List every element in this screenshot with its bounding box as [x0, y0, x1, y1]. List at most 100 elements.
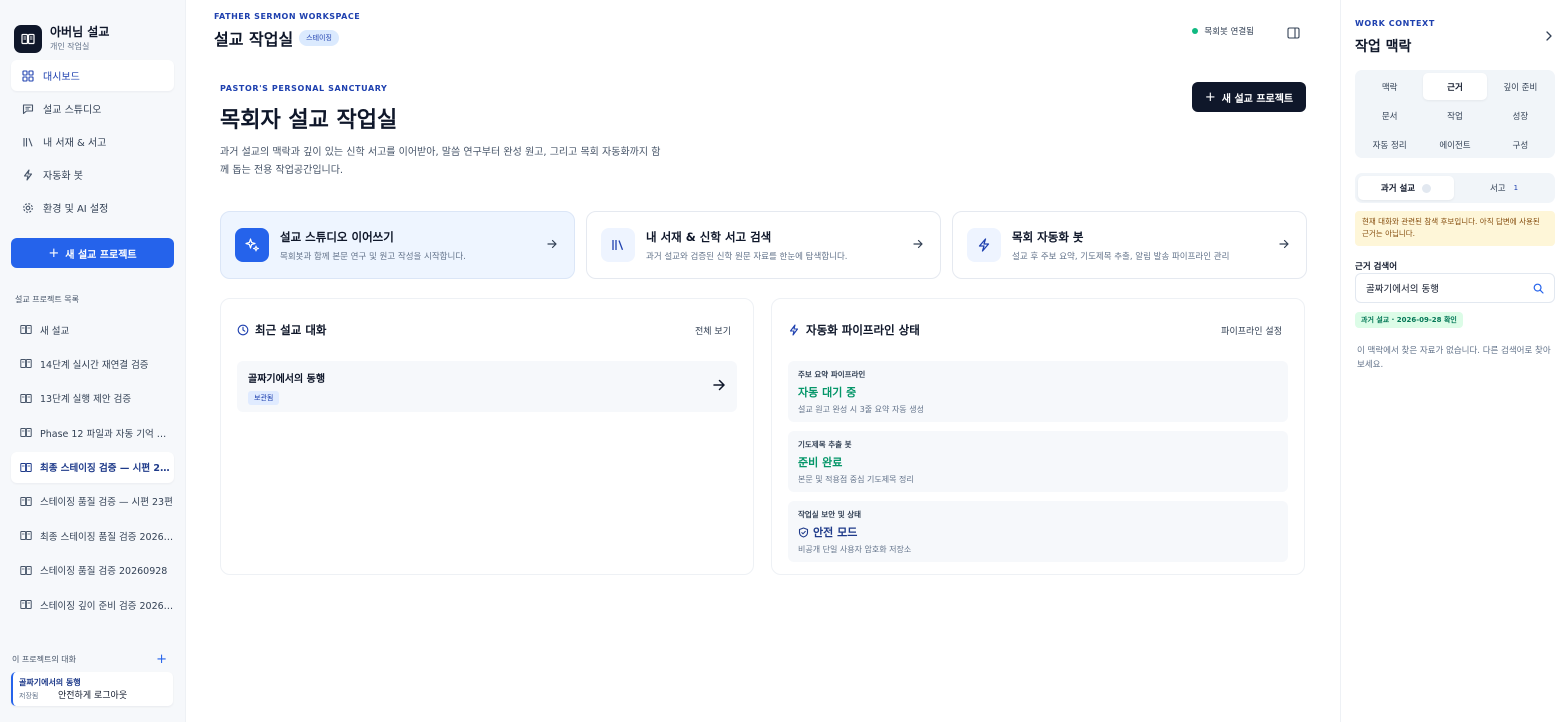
- recent-conversation-title: 골짜기에서의 동행: [248, 374, 326, 385]
- sidebar: 아버님 설교 개인 작업실 대시보드 설교 스튜디오 내 서재 & 서고 자동화…: [0, 0, 186, 722]
- arrow-right-icon: [547, 239, 557, 249]
- project-item[interactable]: 새 설교: [11, 314, 174, 345]
- hero-kicker: PASTOR'S PERSONAL SANCTUARY: [220, 84, 388, 93]
- connection-status: 목회봇 연결됨: [1192, 25, 1254, 37]
- book-icon: [20, 531, 32, 541]
- project-item[interactable]: 14단계 실시간 재연결 검증: [11, 348, 174, 379]
- project-item[interactable]: 스테이징 품질 검증 20260928: [11, 555, 174, 586]
- plus-icon: +: [1204, 89, 1216, 105]
- card-title: 내 서재 & 신학 서고 검색: [646, 229, 772, 244]
- new-project-label: 새 설교 프로젝트: [65, 249, 137, 261]
- pipeline-settings-link[interactable]: 파이프라인 설정: [1221, 324, 1282, 337]
- conversation-section: 이 프로젝트의 대화 +: [0, 652, 185, 667]
- view-all-link[interactable]: 전체 보기: [695, 324, 731, 337]
- sparkles-icon: [235, 228, 269, 262]
- lightning-icon: [967, 228, 1001, 262]
- project-label: 최종 스테이징 품질 검증 20260928: [40, 531, 174, 543]
- project-section-label: 설교 프로젝트 목록: [15, 295, 79, 304]
- context-tabs: 맥락 근거 깊이 준비 문서 작업 성장 자동 정리 에이전트 구성: [1355, 70, 1555, 158]
- chevron-right-icon[interactable]: [1544, 30, 1554, 42]
- nav-sermon-studio[interactable]: 설교 스튜디오: [11, 93, 174, 124]
- logout-link[interactable]: 안전하게 로그아웃: [58, 688, 127, 701]
- project-label: 14단계 실시간 재연결 검증: [40, 359, 149, 371]
- tab-documents[interactable]: 문서: [1358, 102, 1421, 129]
- nav-settings[interactable]: 환경 및 AI 설정: [11, 192, 174, 223]
- tab-growth[interactable]: 성장: [1489, 102, 1552, 129]
- pipeline-status: 준비 완료: [798, 456, 843, 469]
- card-automation-bot[interactable]: 목회 자동화 봇 설교 후 주보 요약, 기도제목 추출, 알림 발송 파이프라…: [952, 211, 1307, 279]
- card-sermon-studio[interactable]: 설교 스튜디오 이어쓰기 목회봇과 함께 본문 연구 및 원고 작성을 시작합니…: [220, 211, 575, 279]
- nav-library[interactable]: 내 서재 & 서고: [11, 126, 174, 157]
- header-kicker: FATHER SERMON WORKSPACE: [214, 12, 361, 21]
- segment-label: 과거 설교: [1380, 184, 1416, 194]
- evidence-source-toggle: 과거 설교 서고 1: [1355, 173, 1555, 203]
- lightning-icon: [789, 324, 799, 336]
- project-label: 스테이징 깊이 준비 검증 20260928: [40, 600, 174, 612]
- new-project-button[interactable]: + 새 설교 프로젝트: [1192, 82, 1306, 112]
- project-item[interactable]: 13단계 실행 제안 검증: [11, 383, 174, 414]
- evidence-notice: 현재 대화와 관련된 참색 후보입니다. 아직 답변에 사용된 근거는 아닙니다…: [1355, 211, 1555, 246]
- panel-toggle-icon[interactable]: [1287, 24, 1300, 43]
- hero-description-line: 께 돕는 전용 작업공간입니다.: [220, 165, 344, 176]
- tab-tasks[interactable]: 작업: [1423, 102, 1486, 129]
- search-icon[interactable]: [1533, 283, 1544, 294]
- main-content: FATHER SERMON WORKSPACE 설교 작업실 스테이징 목회봇 …: [186, 0, 1340, 722]
- conversation-item[interactable]: 골짜기에서의 동행 저장됨 안전하게 로그아웃: [11, 672, 173, 706]
- book-icon: [20, 600, 32, 610]
- pipeline-description: 비공개 단일 사용자 암호화 저장소: [798, 545, 912, 554]
- tab-evidence[interactable]: 근거: [1423, 73, 1487, 100]
- gear-icon: [23, 202, 33, 213]
- project-label: 최종 스테이징 검증 — 시편 23편: [40, 463, 174, 475]
- nav-label: 자동화 봇: [43, 171, 83, 182]
- sidebar-new-project-button[interactable]: + 새 설교 프로젝트: [11, 238, 174, 268]
- tab-agents[interactable]: 에이전트: [1423, 131, 1486, 158]
- clock-icon: [237, 324, 249, 336]
- arrow-right-icon: [913, 239, 923, 249]
- card-description: 과거 설교와 검증된 신학 원문 자료를 한눈에 탐색합니다.: [646, 251, 848, 262]
- tab-auto-organize[interactable]: 자동 정리: [1358, 131, 1421, 158]
- arrow-right-icon: [1279, 239, 1289, 249]
- project-item[interactable]: 스테이징 품질 검증 — 시편 23편: [11, 486, 174, 517]
- book-open-icon: [14, 24, 42, 53]
- new-project-button-label: 새 설교 프로젝트: [1221, 93, 1294, 105]
- segment-library[interactable]: 서고 1: [1456, 176, 1552, 200]
- tab-configuration[interactable]: 구성: [1489, 131, 1552, 158]
- library-icon: [23, 137, 33, 146]
- book-icon: [20, 462, 32, 472]
- card-library-search[interactable]: 내 서재 & 신학 서고 검색 과거 설교와 검증된 신학 원문 자료를 한눈에…: [586, 211, 941, 279]
- empty-state-message: 이 맥락에서 찾은 자료가 없습니다. 다른 검색어로 찾아보세요.: [1357, 346, 1551, 370]
- pipeline-label: 작업실 보안 및 상태: [798, 510, 862, 519]
- project-item[interactable]: 최종 스테이징 품질 검증 20260928: [11, 520, 174, 551]
- tab-depth-prep[interactable]: 깊이 준비: [1489, 73, 1552, 100]
- project-item[interactable]: Phase 12 파일과 자동 기억 검증: [11, 417, 174, 448]
- plus-icon: +: [48, 245, 60, 261]
- pipeline-panel-title: 자동화 파이프라인 상태: [806, 323, 920, 337]
- recent-conversations-panel: 최근 설교 대화 전체 보기 골짜기에서의 동행 보관됨: [220, 298, 754, 575]
- page-title: 설교 작업실: [214, 30, 294, 49]
- lightning-icon: [23, 168, 33, 181]
- brand[interactable]: 아버님 설교 개인 작업실: [0, 0, 185, 60]
- evidence-search-input[interactable]: [1366, 282, 1526, 294]
- book-icon: [20, 325, 32, 334]
- add-conversation-icon[interactable]: +: [156, 652, 167, 667]
- nav-dashboard[interactable]: 대시보드: [11, 60, 174, 91]
- pipeline-description: 설교 원고 완성 시 3줄 요약 자동 생성: [798, 405, 924, 414]
- book-icon: [20, 393, 32, 403]
- tab-context[interactable]: 맥락: [1358, 73, 1421, 100]
- environment-badge: 스테이징: [299, 30, 339, 46]
- header: FATHER SERMON WORKSPACE 설교 작업실 스테이징: [214, 12, 360, 50]
- nav-automation-bot[interactable]: 자동화 봇: [11, 159, 174, 190]
- project-label: 새 설교: [40, 325, 70, 337]
- segment-past-sermons[interactable]: 과거 설교: [1358, 176, 1454, 200]
- recent-conversation-item[interactable]: 골짜기에서의 동행 보관됨: [237, 361, 737, 412]
- conversation-title: 골짜기에서의 동행: [19, 678, 81, 687]
- project-item-active[interactable]: 최종 스테이징 검증 — 시편 23편: [11, 451, 174, 483]
- nav-label: 설교 스튜디오: [43, 105, 102, 116]
- pipeline-item: 작업실 보안 및 상태 안전 모드 비공개 단일 사용자 암호화 저장소: [788, 501, 1288, 562]
- status-dot-icon: [1192, 28, 1199, 34]
- nav-label: 환경 및 AI 설정: [43, 204, 109, 215]
- project-item[interactable]: 스테이징 깊이 준비 검증 20260928: [11, 589, 174, 620]
- evidence-search: [1355, 273, 1555, 303]
- nav-label: 내 서재 & 서고: [43, 138, 107, 149]
- library-icon: [601, 228, 635, 262]
